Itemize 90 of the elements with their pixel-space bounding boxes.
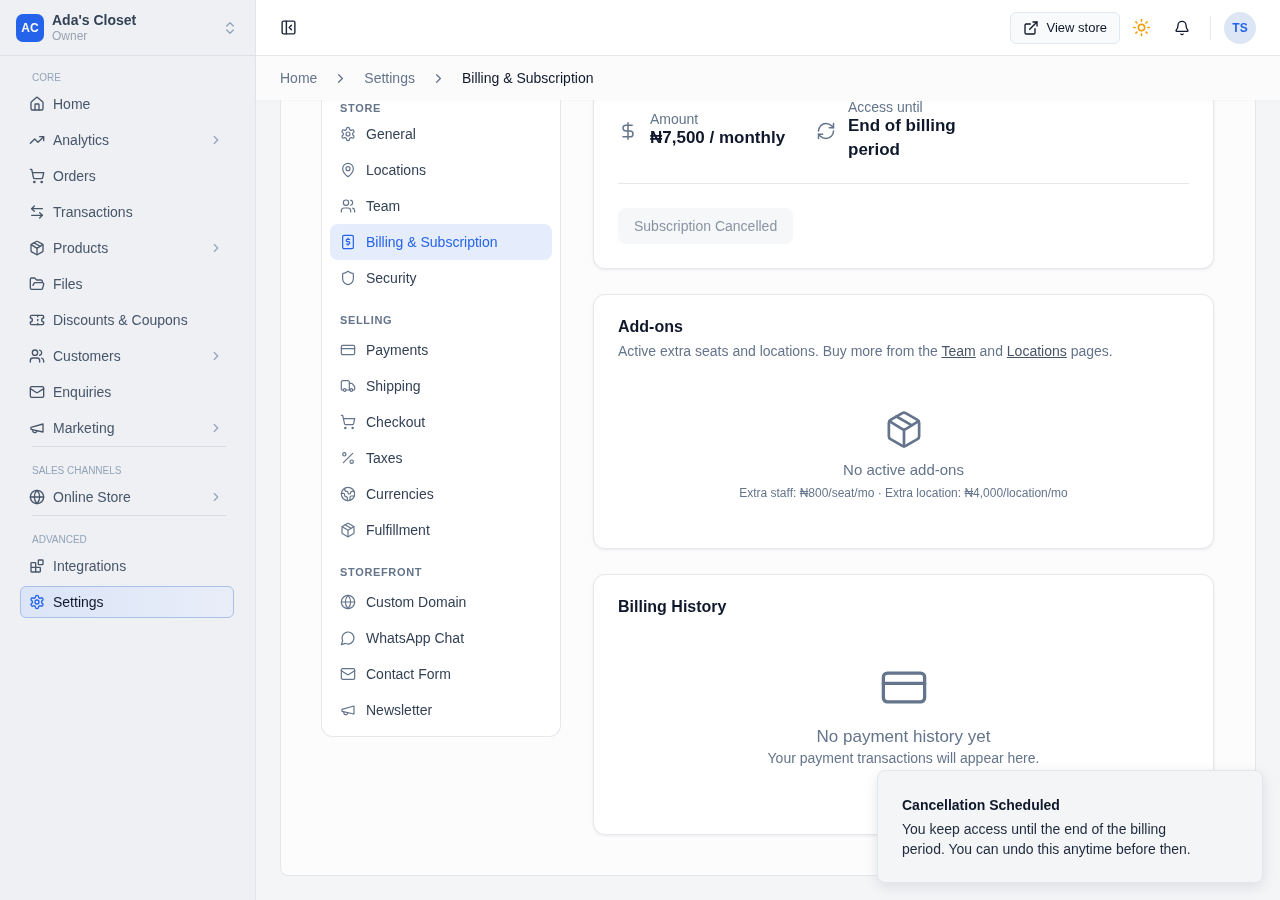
toast-message: You keep access until the end of the billing period. You can undo this anytime before then. (902, 820, 1192, 859)
breadcrumb-current: Billing & Subscription (461, 70, 594, 86)
truck-icon (340, 378, 356, 394)
card-title: Add-ons (618, 317, 684, 337)
settings-nav-item[interactable]: Newsletter (330, 692, 552, 728)
section-label: STORE (339, 101, 381, 116)
external-link-icon (1022, 19, 1039, 36)
panel-left-icon[interactable] (280, 19, 297, 36)
earth-icon (340, 486, 356, 502)
section-label: STOREFRONT (339, 565, 423, 580)
credit-card-icon (880, 671, 927, 704)
sidebar-item[interactable]: Integrations (20, 550, 234, 582)
empty-state-note: Extra staff: ₦800/seat/mo · Extra location: ₦4,000/location/mo (739, 485, 1068, 501)
percent-icon (340, 450, 356, 466)
card-title: Billing History (618, 597, 728, 617)
settings-nav-item[interactable]: Shipping (330, 368, 552, 404)
settings-nav-item[interactable]: Checkout (330, 404, 552, 440)
users-icon (340, 198, 356, 214)
box-icon (29, 240, 45, 256)
settings-nav-item[interactable]: Currencies (330, 476, 552, 512)
section-label: CORE (31, 72, 61, 84)
credit-card-icon (340, 342, 356, 358)
bell-icon[interactable] (1174, 19, 1190, 36)
view-store-button[interactable]: View store (1009, 11, 1120, 44)
shopping-cart-icon (29, 168, 45, 184)
settings-nav-item[interactable]: Team (330, 188, 552, 224)
empty-state-note: Your payment transactions will appear here. (767, 749, 1040, 768)
section-label: SALES CHANNELS (31, 465, 122, 477)
mail-icon (29, 384, 45, 400)
sidebar-item[interactable]: Enquiries (20, 376, 234, 408)
settings-nav-item[interactable]: Fulfillment (330, 512, 552, 548)
sidebar-item[interactable]: Customers (20, 340, 234, 372)
breadcrumb-link[interactable]: Settings (364, 70, 415, 86)
sidebar-item[interactable]: Products (20, 232, 234, 264)
sidebar-item[interactable]: Analytics (20, 124, 234, 156)
chat-bubble-icon (340, 630, 356, 646)
section-label: ADVANCED (31, 534, 87, 546)
ticket-icon (29, 312, 45, 328)
detail-value: ₦7,500 / monthly (650, 127, 786, 149)
user-avatar[interactable]: TS (1224, 11, 1256, 44)
card-description: Active extra seats and locations. Buy more from the Team and Locations pages. (618, 342, 1114, 361)
settings-nav-item[interactable]: WhatsApp Chat (330, 620, 552, 656)
sidebar-item[interactable]: Discounts & Coupons (20, 304, 234, 336)
shopping-cart-icon (340, 414, 356, 430)
sidebar-item[interactable]: Home (20, 88, 234, 120)
page-link[interactable]: Locations (1006, 343, 1067, 359)
globe-icon (29, 489, 45, 505)
settings-icon (340, 126, 356, 142)
sidebar-item[interactable]: Settings (20, 586, 234, 618)
empty-state-title: No active add-ons (843, 460, 964, 480)
settings-nav-item[interactable]: Security (330, 260, 552, 296)
store-name: Ada's Closet (52, 11, 137, 29)
toast-title: Cancellation Scheduled (902, 796, 1061, 815)
settings-nav-item[interactable]: Locations (330, 152, 552, 188)
globe-icon (340, 594, 356, 610)
settings-nav-item[interactable]: Billing & Subscription (330, 224, 552, 260)
sidebar-item[interactable]: Marketing (20, 412, 234, 444)
map-pin-icon (340, 162, 356, 178)
settings-nav-item[interactable]: Custom Domain (330, 584, 552, 620)
refresh-icon (816, 121, 836, 141)
mail-icon (340, 666, 356, 682)
store-logo: AC (16, 13, 44, 42)
detail-label: Amount (650, 112, 700, 126)
sidebar-item[interactable]: Orders (20, 160, 234, 192)
user-role: Owner (52, 28, 89, 44)
blocks-icon (29, 558, 45, 574)
detail-value: End of billing period (848, 115, 957, 161)
dollar-document-icon (340, 234, 356, 250)
users-icon (29, 348, 45, 364)
section-label: SELLING (339, 313, 393, 328)
settings-nav-item[interactable]: Contact Form (330, 656, 552, 692)
home-icon (29, 96, 45, 112)
shield-icon (340, 270, 356, 286)
page-link[interactable]: Team (941, 343, 976, 359)
box-icon (340, 522, 356, 538)
box-icon (886, 411, 921, 448)
settings-nav-item[interactable]: Payments (330, 332, 552, 368)
settings-nav-item[interactable]: Taxes (330, 440, 552, 476)
settings-nav-item[interactable]: General (330, 116, 552, 152)
sidebar-item[interactable]: Online Store (20, 481, 234, 513)
arrows-left-right-icon (29, 204, 45, 220)
settings-icon (29, 594, 45, 610)
sidebar-item[interactable]: Transactions (20, 196, 234, 228)
megaphone-icon (340, 702, 356, 718)
detail-label: Access until (848, 100, 924, 114)
breadcrumb-link[interactable]: Home (280, 70, 318, 86)
folder-icon (29, 276, 45, 292)
megaphone-icon (29, 420, 45, 436)
sidebar-item[interactable]: Files (20, 268, 234, 300)
empty-state-title: No payment history yet (816, 726, 991, 748)
